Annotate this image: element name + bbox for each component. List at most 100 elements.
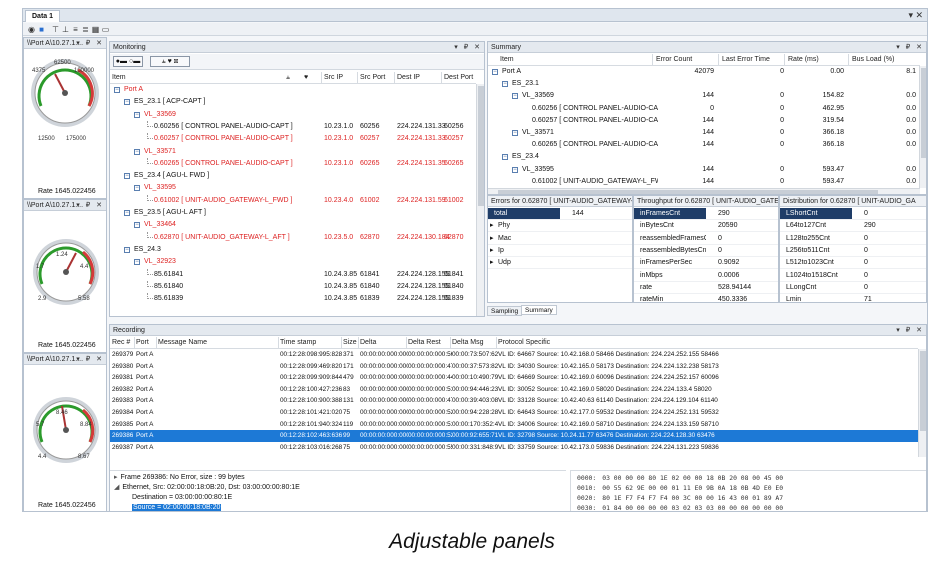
connect-button[interactable]: ●▬ ○▬ <box>113 56 143 67</box>
monitoring-row[interactable]: 0.60265 [ CONTROL PANEL-AUDIO-CAPT ] 10.2… <box>110 157 476 170</box>
monitoring-col-0[interactable]: Item <box>112 72 262 84</box>
monitoring-row[interactable]: − VL_33464 <box>110 219 476 231</box>
expand-icon[interactable]: − <box>134 222 140 229</box>
expand-icon[interactable]: − <box>492 69 498 75</box>
recording-row[interactable]: 269384 Port A 00:12:28:101:421:020 75 00:00:… <box>110 407 918 419</box>
tab-summary[interactable]: Summary <box>521 305 557 315</box>
distribution_panel-row[interactable]: L1024to1518Cnt 0 <box>780 270 926 282</box>
distribution_panel-row[interactable]: L256to511Cnt 0 <box>780 245 926 257</box>
summary-row[interactable]: − Port A 42079 0 0.00 8.1 <box>488 66 920 78</box>
detail-row[interactable]: Destination = 03:00:00:00:80:1E <box>132 493 232 503</box>
heart-icon[interactable]: ♥ <box>304 72 314 84</box>
expand-icon[interactable]: − <box>512 130 518 136</box>
summary-row[interactable]: 0.60257 [ CONTROL PANEL-AUDIO-CAPT ] 144 0… <box>488 115 920 127</box>
summary-row[interactable]: 0.61002 [ UNIT-AUDIO_GATEWAY-L_FWD ] 144 0… <box>488 176 920 188</box>
monitoring-row[interactable]: − VL_33595 <box>110 182 476 194</box>
panel-buttons-icon[interactable]: ▾ ₽ ✕ <box>76 200 104 211</box>
summary-row[interactable]: − VL_33595 144 0 593.47 0.0 <box>488 164 920 176</box>
throughput_panel-row[interactable]: inBytesCnt 20590 <box>634 220 778 233</box>
distribution_panel-row[interactable]: LShortCnt 0 <box>780 208 926 220</box>
recording-col-1[interactable]: Port <box>136 337 156 349</box>
grid-icon[interactable]: ▦ <box>91 25 100 34</box>
recording-row[interactable]: 269380 Port A 00:12:28:099:469:820 171 00:00… <box>110 361 918 373</box>
summary-col-4[interactable]: Bus Load (%) <box>852 54 912 66</box>
monitoring-row[interactable]: − ES_24.3 <box>110 244 476 256</box>
errors_panel-row[interactable]: ▸ Phy <box>488 220 632 233</box>
monitoring-row[interactable]: − VL_33569 <box>110 109 476 121</box>
summary-col-2[interactable]: Last Error Time <box>722 54 782 66</box>
expand-icon[interactable]: − <box>502 81 508 88</box>
monitoring-row[interactable]: − ES_23.5 [ AGU-L AFT ] <box>110 207 476 219</box>
panel-buttons-icon[interactable]: ▾ ₽ ✕ <box>896 42 924 53</box>
summary-row[interactable]: − VL_33571 144 0 366.18 0.0 <box>488 127 920 139</box>
monitoring-row[interactable]: 0.60256 [ CONTROL PANEL-AUDIO-CAPT ] 10.2… <box>110 120 476 133</box>
recording-row[interactable]: 269382 Port A 00:12:28:100:427:236 83 00:00:… <box>110 384 918 396</box>
recording-col-6[interactable]: Delta Rest <box>408 337 450 349</box>
monitoring-row[interactable]: 0.60257 [ CONTROL PANEL-AUDIO-CAPT ] 10.2… <box>110 133 476 145</box>
recording-row[interactable]: 269381 Port A 00:12:28:099:909:844 479 00:00… <box>110 372 918 384</box>
detail-row[interactable]: Source = 02:00:00:18:0B:20 <box>132 503 222 511</box>
monitoring-col-4[interactable]: Dest Port <box>444 72 478 84</box>
expand-arrow-icon[interactable]: ▸ <box>114 474 118 481</box>
distribution_panel-row[interactable]: L512to1023Cnt 0 <box>780 257 926 270</box>
errors_panel-row[interactable]: total 144 <box>488 208 632 220</box>
throughput_panel-row[interactable]: rate 528.94144 <box>634 282 778 294</box>
tab-sampling[interactable]: Sampling <box>487 306 523 316</box>
close-icon[interactable]: ▾ ✕ <box>908 9 923 21</box>
throughput_panel-row[interactable]: inFramesCnt 290 <box>634 208 778 220</box>
recording-row[interactable]: 269386 Port A 00:12:28:102:463:636 99 00:00:… <box>110 430 918 442</box>
throughput_panel-row[interactable]: reassembledBytesCnt 0 <box>634 245 778 257</box>
recording-col-8[interactable]: Protocol Specific <box>498 337 558 349</box>
distribution_panel-row[interactable]: L128to255Cnt 0 <box>780 233 926 245</box>
summary-hscrollbar[interactable] <box>488 188 920 194</box>
filter-button[interactable]: ⫨ ♥ ⊠ <box>150 56 190 67</box>
expand-icon[interactable]: − <box>134 259 140 266</box>
panel-buttons-icon[interactable]: ▾ ₽ ✕ <box>76 354 104 365</box>
recording-col-7[interactable]: Delta Msg <box>452 337 496 349</box>
monitoring-row[interactable]: − ES_23.1 [ ACP-CAPT ] <box>110 96 476 108</box>
recording-row[interactable]: 269385 Port A 00:12:28:101:940:324 119 00:00… <box>110 419 918 431</box>
summary-col-1[interactable]: Error Count <box>656 54 716 66</box>
expand-icon[interactable]: − <box>124 210 130 216</box>
recording-row[interactable]: 269387 Port A 00:12:28:103:016:268 75 00:00:… <box>110 442 918 454</box>
monitoring-row[interactable]: − ES_23.4 [ AGU-L FWD ] <box>110 170 476 182</box>
monitoring-row[interactable]: 85.61839 10.24.3.85 61839 224.224.128.155 61… <box>110 293 476 305</box>
recording-scrollbar[interactable] <box>918 349 926 457</box>
monitoring-row[interactable]: 0.62870 [ UNIT-AUDIO_GATEWAY-L_AFT ] 10.2… <box>110 231 476 244</box>
distribution_panel-row[interactable]: Lmin 71 <box>780 294 926 302</box>
errors_panel-row[interactable]: ▸ Ip <box>488 245 632 257</box>
expand-arrow-icon[interactable]: ◢ <box>114 484 119 491</box>
recording-row[interactable]: 269379 Port A 00:12:28:098:995:828 371 00:00… <box>110 349 918 361</box>
panel-buttons-icon[interactable]: ▾ ₽ ✕ <box>76 38 104 49</box>
sort-icon[interactable]: ⊥ <box>61 25 70 34</box>
monitoring-scrollbar[interactable] <box>476 84 484 316</box>
distribution_panel-row[interactable]: LLongCnt 0 <box>780 282 926 294</box>
summary-scrollbar[interactable] <box>919 66 926 188</box>
expand-icon[interactable]: − <box>114 87 120 93</box>
expand-icon[interactable]: − <box>134 185 140 192</box>
list-icon[interactable]: ≡ <box>71 25 80 34</box>
panel-buttons-icon[interactable]: ▾ ₽ ✕ <box>454 42 482 53</box>
tab-data-1[interactable]: Data 1 <box>25 10 61 22</box>
expand-icon[interactable]: − <box>512 166 518 173</box>
detail-row[interactable]: ◢ Ethernet, Src: 02:00:00:18:0B:20, Dst: … <box>114 483 300 493</box>
summary-row[interactable]: − ES_23.4 <box>488 151 920 163</box>
recording-col-2[interactable]: Message Name <box>158 337 248 349</box>
expand-icon[interactable]: − <box>134 111 140 118</box>
expand-icon[interactable]: − <box>124 246 130 253</box>
monitoring-col-2[interactable]: Src Port <box>360 72 394 84</box>
throughput_panel-row[interactable]: inFramesPerSec 0.9092 <box>634 257 778 270</box>
throughput_panel-row[interactable]: inMbps 0.0006 <box>634 270 778 282</box>
monitoring-row[interactable]: − Port A <box>110 84 476 96</box>
expand-icon[interactable]: − <box>124 99 130 106</box>
filter-icon[interactable]: ⫨ <box>286 72 296 84</box>
monitoring-col-1[interactable]: Src IP <box>324 72 360 84</box>
summary-row[interactable]: − VL_33569 144 0 154.82 0.0 <box>488 90 920 102</box>
monitoring-row[interactable]: − VL_33571 <box>110 146 476 158</box>
monitoring-row[interactable]: 85.61840 10.24.3.85 61840 224.224.128.155 61… <box>110 280 476 293</box>
monitoring-col-3[interactable]: Dest IP <box>397 72 447 84</box>
distribution_panel-row[interactable]: L64to127Cnt 290 <box>780 220 926 233</box>
monitoring-row[interactable]: − VL_32923 <box>110 256 476 268</box>
monitoring-row[interactable]: 0.61002 [ UNIT-AUDIO_GATEWAY-L_FWD ] 10.2… <box>110 194 476 207</box>
expand-icon[interactable]: − <box>502 154 508 161</box>
